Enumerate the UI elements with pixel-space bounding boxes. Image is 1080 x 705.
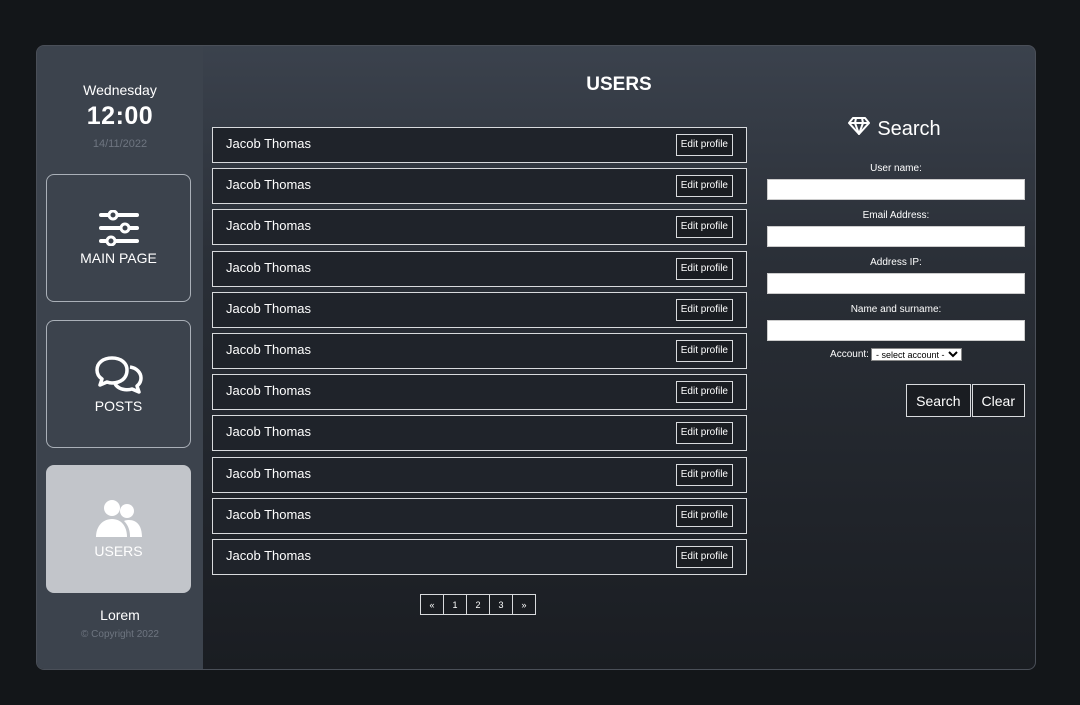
user-name: Jacob Thomas [226, 342, 312, 357]
user-row: Jacob Thomas Edit profile [212, 209, 747, 246]
sidebar-item-main-page[interactable]: MAIN PAGE [46, 174, 191, 302]
user-row: Jacob Thomas Edit profile [212, 456, 747, 493]
diamond-icon [847, 116, 877, 142]
day-label: Wednesday [83, 82, 157, 98]
edit-profile-button[interactable]: Edit profile [675, 546, 733, 568]
clock-time: 12:00 [86, 102, 154, 130]
edit-profile-button[interactable]: Edit profile [675, 381, 733, 404]
page-prev-button[interactable]: « [420, 594, 444, 615]
page-next-button[interactable]: » [512, 594, 536, 615]
user-name: Jacob Thomas [226, 177, 312, 193]
account-select[interactable]: - select account - [870, 348, 962, 361]
clear-button[interactable]: Clear [971, 384, 1025, 417]
user-row: Jacob Thomas Edit profile [212, 539, 747, 575]
user-row: Jacob Thomas Edit profile [212, 333, 747, 369]
edit-profile-button[interactable]: Edit profile [675, 504, 733, 527]
edit-profile-button[interactable]: Edit profile [675, 134, 733, 156]
user-row: Jacob Thomas Edit profile [212, 374, 747, 411]
chat-bubbles-icon [94, 354, 144, 394]
user-name-input[interactable] [767, 179, 1025, 200]
user-name: Jacob Thomas [226, 383, 312, 399]
user-name: Jacob Thomas [226, 218, 312, 234]
user-name: Jacob Thomas [226, 136, 312, 151]
search-button[interactable]: Search [906, 384, 971, 417]
user-name: Jacob Thomas [226, 548, 312, 563]
sliders-icon [98, 210, 140, 246]
edit-profile-button[interactable]: Edit profile [675, 422, 733, 445]
sidebar-item-label: POSTS [94, 398, 143, 414]
user-name-label: User name: [870, 163, 922, 174]
email-label: Email Address: [862, 210, 930, 221]
sidebar-item-label: MAIN PAGE [80, 250, 157, 266]
sidebar-item-users[interactable]: USERS [46, 465, 191, 593]
user-name: Jacob Thomas [226, 424, 312, 440]
user-row: Jacob Thomas Edit profile [212, 250, 747, 287]
search-heading: Search [763, 116, 1025, 142]
ip-input[interactable] [767, 273, 1025, 294]
page-number-button[interactable]: 1 [443, 594, 467, 615]
email-input[interactable] [767, 226, 1025, 247]
user-row: Jacob Thomas Edit profile [212, 291, 747, 328]
edit-profile-button[interactable]: Edit profile [675, 463, 733, 486]
user-row: Jacob Thomas Edit profile [212, 127, 747, 163]
edit-profile-button[interactable]: Edit profile [675, 175, 733, 198]
edit-profile-button[interactable]: Edit profile [675, 298, 733, 321]
user-name: Jacob Thomas [226, 259, 312, 275]
ip-label: Address IP: [870, 257, 922, 268]
user-row: Jacob Thomas Edit profile [212, 497, 747, 534]
sidebar: Wednesday 12:00 14/11/2022 MAIN PAGE POS… [37, 46, 203, 669]
sidebar-item-label: USERS [94, 543, 143, 559]
user-name: Jacob Thomas [226, 300, 312, 316]
user-name: Jacob Thomas [226, 465, 312, 481]
search-actions: Search Clear [905, 384, 1025, 417]
copyright-text: © Copyright 2022 [81, 629, 159, 640]
edit-profile-button[interactable]: Edit profile [675, 216, 733, 239]
page-title: USERS [586, 74, 652, 95]
date-label: 14/11/2022 [92, 138, 148, 150]
search-panel: Search User name: Email Address: Address… [767, 116, 1025, 417]
edit-profile-button[interactable]: Edit profile [675, 257, 733, 280]
users-icon [94, 499, 144, 539]
edit-profile-button[interactable]: Edit profile [675, 340, 733, 362]
user-row: Jacob Thomas Edit profile [212, 415, 747, 452]
user-row: Jacob Thomas Edit profile [212, 168, 747, 205]
sidebar-footer-title: Lorem [100, 607, 140, 623]
user-name: Jacob Thomas [226, 506, 312, 522]
page-number-button[interactable]: 3 [489, 594, 513, 615]
search-title: Search [877, 117, 941, 140]
account-label: Account: [830, 349, 869, 360]
pagination: «1 2 3» [420, 594, 536, 615]
page-number-button[interactable]: 2 [466, 594, 490, 615]
full-name-label: Name and surname: [850, 304, 942, 315]
app-window: Wednesday 12:00 14/11/2022 MAIN PAGE POS… [36, 45, 1036, 670]
full-name-input[interactable] [767, 320, 1025, 341]
sidebar-item-posts[interactable]: POSTS [46, 320, 191, 448]
account-row: Account: - select account - [767, 348, 1025, 361]
